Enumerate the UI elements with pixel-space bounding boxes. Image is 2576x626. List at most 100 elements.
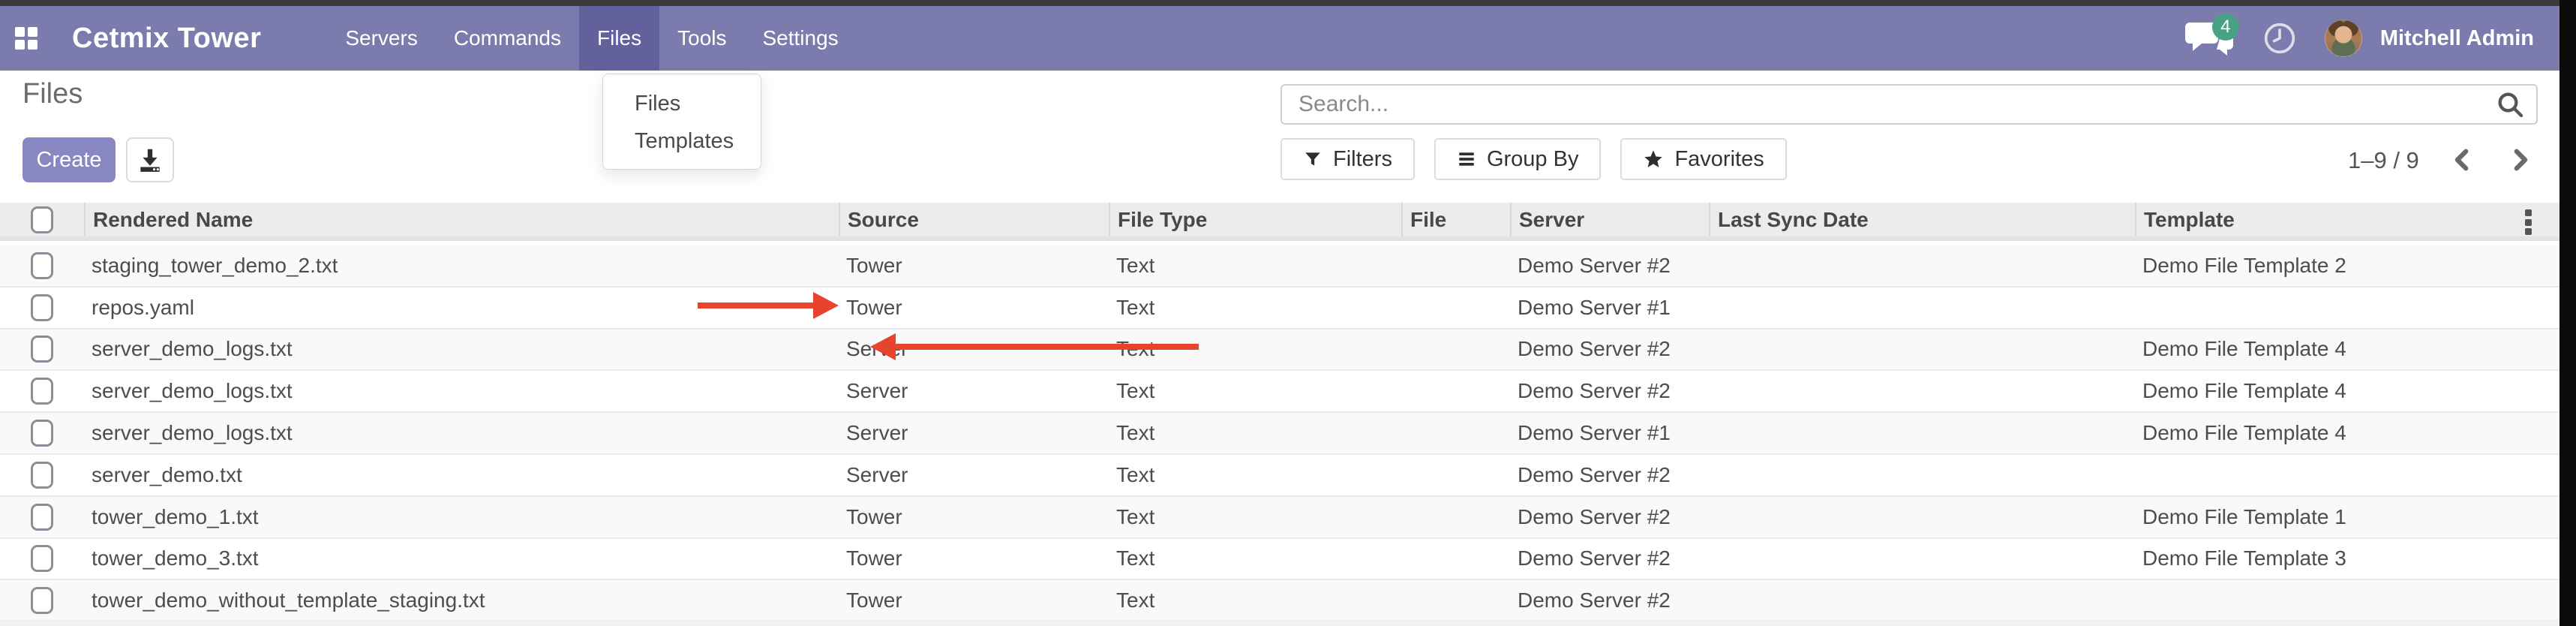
search-options: Filters Group By Favorites xyxy=(1280,138,1787,180)
row-checkbox[interactable] xyxy=(31,462,53,489)
favorites-button[interactable]: Favorites xyxy=(1620,138,1786,180)
funnel-icon xyxy=(1303,149,1323,169)
cell-template[interactable]: Demo File Template 4 xyxy=(2135,379,2559,403)
activities-clock-icon[interactable] xyxy=(2263,22,2296,55)
dropdown-item-files[interactable]: Files xyxy=(603,85,761,122)
select-all-checkbox[interactable] xyxy=(31,206,53,233)
row-checkbox-cell xyxy=(0,420,84,447)
cell-rendered-name[interactable]: staging_tower_demo_2.txt xyxy=(84,254,839,278)
import-button[interactable] xyxy=(126,137,174,182)
cell-server[interactable]: Demo Server #1 xyxy=(1510,296,1709,320)
cell-template[interactable]: Demo File Template 3 xyxy=(2135,546,2559,570)
pager-next-button[interactable] xyxy=(2506,147,2533,174)
row-checkbox[interactable] xyxy=(31,504,53,531)
table-row[interactable]: server_demo_logs.txt Server Text Demo Se… xyxy=(0,413,2559,455)
row-checkbox[interactable] xyxy=(31,252,53,279)
cell-server[interactable]: Demo Server #2 xyxy=(1510,505,1709,529)
pager-range: 1–9 / 9 xyxy=(2348,147,2419,174)
column-header-file[interactable]: File xyxy=(1401,203,1510,236)
cell-source[interactable]: Tower xyxy=(839,254,1109,278)
pager-previous-button[interactable] xyxy=(2449,147,2476,174)
group-by-button[interactable]: Group By xyxy=(1434,138,1602,180)
cell-file-type[interactable]: Text xyxy=(1109,546,1401,570)
dropdown-item-templates[interactable]: Templates xyxy=(603,122,761,160)
table-row[interactable]: tower_demo_3.txt Tower Text Demo Server … xyxy=(0,539,2559,581)
cell-source[interactable]: Server xyxy=(839,463,1109,487)
cell-source[interactable]: Tower xyxy=(839,588,1109,612)
row-checkbox[interactable] xyxy=(31,378,53,405)
cell-source[interactable]: Tower xyxy=(839,505,1109,529)
cell-server[interactable]: Demo Server #2 xyxy=(1510,379,1709,403)
row-checkbox[interactable] xyxy=(31,545,53,572)
cell-source[interactable]: Server xyxy=(839,421,1109,445)
table-row[interactable]: server_demo_logs.txt Server Text Demo Se… xyxy=(0,371,2559,413)
row-checkbox-cell xyxy=(0,336,84,363)
optional-columns-toggle-icon[interactable] xyxy=(2525,209,2534,235)
cell-rendered-name[interactable]: server_demo_logs.txt xyxy=(84,337,839,361)
search-bar xyxy=(1280,84,2538,125)
column-header-server[interactable]: Server xyxy=(1510,203,1709,236)
row-checkbox[interactable] xyxy=(31,587,53,614)
column-header-file-type[interactable]: File Type xyxy=(1109,203,1401,236)
cell-file-type[interactable]: Text xyxy=(1109,421,1401,445)
menu-item-servers[interactable]: Servers xyxy=(327,6,435,71)
table-row[interactable]: staging_tower_demo_2.txt Tower Text Demo… xyxy=(0,245,2559,287)
column-header-rendered-name[interactable]: Rendered Name xyxy=(84,203,839,236)
menu-item-settings[interactable]: Settings xyxy=(745,6,857,71)
cell-file-type[interactable]: Text xyxy=(1109,254,1401,278)
row-checkbox[interactable] xyxy=(31,336,53,363)
menu-item-files[interactable]: Files xyxy=(579,6,659,71)
table-row[interactable]: server_demo.txt Server Text Demo Server … xyxy=(0,455,2559,497)
cell-file-type[interactable]: Text xyxy=(1109,505,1401,529)
menu-item-tools[interactable]: Tools xyxy=(659,6,744,71)
column-header-last-sync-date[interactable]: Last Sync Date xyxy=(1709,203,2135,236)
messages-icon[interactable]: 4 xyxy=(2185,20,2235,57)
table-row[interactable]: tower_demo_without_template_staging.txt … xyxy=(0,580,2559,622)
row-checkbox-cell xyxy=(0,545,84,572)
cell-rendered-name[interactable]: tower_demo_without_template_staging.txt xyxy=(84,588,839,612)
cell-template[interactable]: Demo File Template 4 xyxy=(2135,337,2559,361)
cell-server[interactable]: Demo Server #2 xyxy=(1510,546,1709,570)
cell-file-type[interactable]: Text xyxy=(1109,296,1401,320)
search-submit-button[interactable] xyxy=(2484,86,2536,123)
chevron-right-icon xyxy=(2507,147,2532,173)
cell-rendered-name[interactable]: tower_demo_1.txt xyxy=(84,505,839,529)
pager: 1–9 / 9 xyxy=(2348,147,2533,174)
column-header-source[interactable]: Source xyxy=(839,203,1109,236)
cell-server[interactable]: Demo Server #2 xyxy=(1510,337,1709,361)
cell-template[interactable]: Demo File Template 4 xyxy=(2135,421,2559,445)
row-checkbox-cell xyxy=(0,587,84,614)
filters-button[interactable]: Filters xyxy=(1280,138,1415,180)
menu-item-commands[interactable]: Commands xyxy=(436,6,579,71)
user-menu[interactable]: Mitchell Admin xyxy=(2380,26,2534,51)
cell-source[interactable]: Tower xyxy=(839,296,1109,320)
cell-server[interactable]: Demo Server #2 xyxy=(1510,588,1709,612)
row-checkbox[interactable] xyxy=(31,420,53,447)
cell-server[interactable]: Demo Server #2 xyxy=(1510,463,1709,487)
apps-grid-icon[interactable] xyxy=(15,27,38,50)
create-button[interactable]: Create xyxy=(23,137,116,182)
app-brand[interactable]: Cetmix Tower xyxy=(72,23,261,55)
cell-file-type[interactable]: Text xyxy=(1109,379,1401,403)
cell-source[interactable]: Server xyxy=(839,379,1109,403)
cell-rendered-name[interactable]: server_demo_logs.txt xyxy=(84,379,839,403)
cell-file-type[interactable]: Text xyxy=(1109,463,1401,487)
download-tray-icon xyxy=(136,146,164,174)
cell-rendered-name[interactable]: server_demo_logs.txt xyxy=(84,421,839,445)
cell-file-type[interactable]: Text xyxy=(1109,588,1401,612)
cell-source[interactable]: Tower xyxy=(839,546,1109,570)
cell-rendered-name[interactable]: server_demo.txt xyxy=(84,463,839,487)
table-row[interactable]: server_demo_logs.txt Server Text Demo Se… xyxy=(0,330,2559,372)
avatar[interactable] xyxy=(2325,20,2362,57)
navbar-right: 4 Mitchell Admin xyxy=(2185,20,2534,57)
search-input[interactable] xyxy=(1282,92,2484,117)
cell-rendered-name[interactable]: tower_demo_3.txt xyxy=(84,546,839,570)
cell-template[interactable]: Demo File Template 1 xyxy=(2135,505,2559,529)
row-checkbox[interactable] xyxy=(31,294,53,321)
cell-template[interactable]: Demo File Template 2 xyxy=(2135,254,2559,278)
cell-server[interactable]: Demo Server #1 xyxy=(1510,421,1709,445)
table-row[interactable]: tower_demo_1.txt Tower Text Demo Server … xyxy=(0,497,2559,539)
cell-server[interactable]: Demo Server #2 xyxy=(1510,254,1709,278)
column-header-template[interactable]: Template xyxy=(2135,203,2559,236)
table-row[interactable]: repos.yaml Tower Text Demo Server #1 xyxy=(0,287,2559,330)
